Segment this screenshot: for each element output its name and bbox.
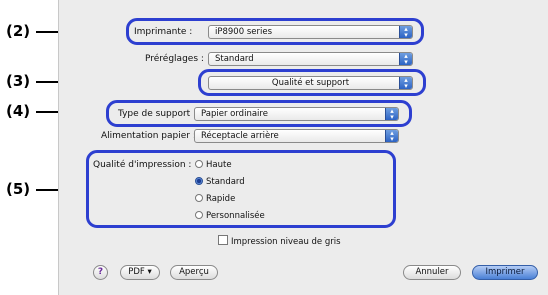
presets-label: Préréglages : bbox=[145, 54, 204, 64]
callout-label-4: (4) bbox=[6, 102, 31, 120]
presets-value: Standard bbox=[215, 54, 254, 64]
highlight-media-type bbox=[106, 100, 412, 127]
preview-button[interactable]: Aperçu bbox=[170, 265, 218, 280]
grayscale-checkbox[interactable]: Impression niveau de gris bbox=[218, 235, 341, 247]
presets-popup[interactable]: Standard ▴ ▾ bbox=[208, 52, 413, 66]
highlight-printer bbox=[126, 18, 424, 45]
checkbox-box bbox=[218, 235, 228, 245]
paper-source-label: Alimentation papier : bbox=[101, 131, 196, 141]
cancel-button[interactable]: Annuler bbox=[403, 265, 461, 280]
popup-arrows-icon: ▴ ▾ bbox=[399, 53, 412, 65]
highlight-panel bbox=[198, 69, 426, 96]
callout-label-5: (5) bbox=[6, 180, 31, 198]
pdf-button[interactable]: PDF ▾ bbox=[120, 265, 160, 280]
grayscale-label: Impression niveau de gris bbox=[231, 237, 341, 247]
callout-label-3: (3) bbox=[6, 72, 31, 90]
print-button[interactable]: Imprimer bbox=[472, 265, 538, 280]
paper-source-value: Réceptacle arrière bbox=[201, 131, 279, 141]
callout-label-2: (2) bbox=[6, 22, 31, 40]
highlight-print-quality bbox=[86, 150, 396, 228]
paper-source-popup[interactable]: Réceptacle arrière ▴ ▾ bbox=[194, 129, 399, 143]
screenshot-stage: (2) (3) (4) (5) Imprimante : iP8900 seri… bbox=[0, 0, 548, 295]
popup-arrows-icon: ▴ ▾ bbox=[385, 130, 398, 142]
help-button[interactable]: ? bbox=[93, 265, 108, 280]
